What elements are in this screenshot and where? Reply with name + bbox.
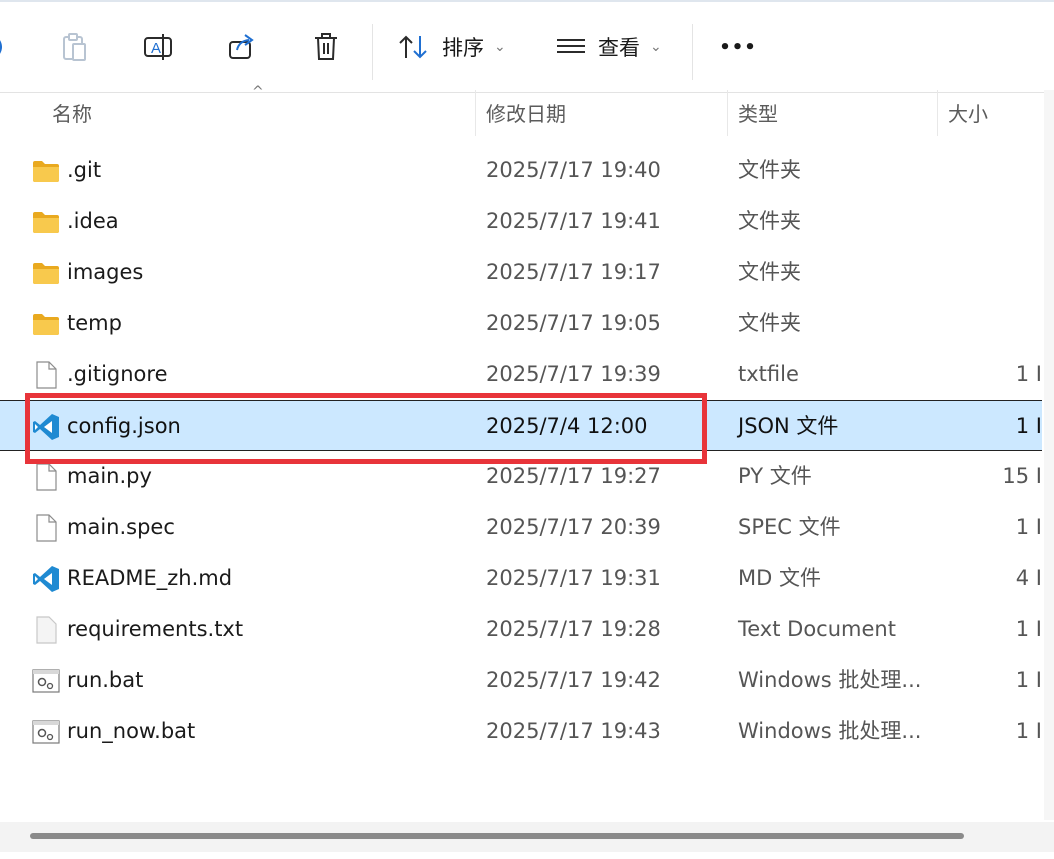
file-type: 文件夹 <box>738 311 801 335</box>
folder-icon <box>32 259 60 287</box>
rename-icon[interactable]: A <box>140 22 176 72</box>
horizontal-scrollbar[interactable] <box>0 822 1054 852</box>
file-name: main.spec <box>67 515 175 539</box>
file-name: run.bat <box>67 668 144 692</box>
file-name: .git <box>67 158 102 182</box>
paste-icon[interactable] <box>56 22 92 72</box>
text-file-icon <box>32 616 60 644</box>
file-date: 2025/7/17 19:43 <box>486 719 661 743</box>
file-row[interactable]: run.bat 2025/7/17 19:42 Windows 批处理... 1 I <box>0 655 1042 706</box>
file-type: 文件夹 <box>738 158 801 182</box>
column-header-type[interactable]: 类型 <box>728 90 936 138</box>
file-row[interactable]: config.json 2025/7/4 12:00 JSON 文件 1 I <box>0 400 1042 451</box>
toolbar-separator <box>372 24 373 80</box>
column-header-size[interactable]: 大小 <box>938 90 1042 138</box>
view-list-icon <box>557 39 585 53</box>
file-row[interactable]: README_zh.md 2025/7/17 19:31 MD 文件 4 I <box>0 553 1042 604</box>
file-row[interactable]: .idea 2025/7/17 19:41 文件夹 <box>0 196 1042 247</box>
share-icon[interactable] <box>224 22 260 72</box>
file-row[interactable]: main.py 2025/7/17 19:27 PY 文件 15 I <box>0 451 1042 502</box>
file-icon <box>32 514 60 542</box>
file-date: 2025/7/17 19:40 <box>486 158 661 182</box>
view-button[interactable]: 查看 ⌄ <box>556 22 676 72</box>
folder-icon <box>32 157 60 185</box>
file-type: MD 文件 <box>738 566 821 590</box>
more-options-icon[interactable]: ••• <box>718 22 758 72</box>
file-date: 2025/7/17 19:27 <box>486 464 661 488</box>
file-type: PY 文件 <box>738 464 812 488</box>
column-header-date[interactable]: 修改日期 <box>476 90 726 138</box>
file-type: 文件夹 <box>738 209 801 233</box>
file-date: 2025/7/17 19:31 <box>486 566 661 590</box>
svg-text:A: A <box>151 40 161 57</box>
file-date: 2025/7/17 19:41 <box>486 209 661 233</box>
file-size <box>1002 298 1042 349</box>
file-date: 2025/7/17 20:39 <box>486 515 661 539</box>
command-bar: A 排序 ⌄ 查看 ⌄ ••• <box>0 0 1054 93</box>
file-size: 1 I <box>1015 414 1042 438</box>
sort-icon <box>399 35 427 59</box>
file-name: main.py <box>67 464 152 488</box>
file-size: 4 I <box>1015 566 1042 590</box>
folder-icon <box>32 208 60 236</box>
file-icon <box>32 361 60 389</box>
file-size <box>1002 196 1042 247</box>
vertical-scrollbar[interactable] <box>1044 90 1054 820</box>
file-type: Windows 批处理... <box>738 719 922 743</box>
file-type: Text Document <box>738 617 896 641</box>
file-row[interactable]: requirements.txt 2025/7/17 19:28 Text Docu… <box>0 604 1042 655</box>
file-name: README_zh.md <box>67 566 233 590</box>
batch-file-icon <box>32 718 60 746</box>
file-size <box>1002 247 1042 298</box>
file-row[interactable]: .gitignore 2025/7/17 19:39 txtfile 1 I <box>0 349 1042 400</box>
file-row[interactable]: main.spec 2025/7/17 20:39 SPEC 文件 1 I <box>0 502 1042 553</box>
toolbar-separator <box>692 24 693 80</box>
file-date: 2025/7/4 12:00 <box>486 414 648 438</box>
sort-button[interactable]: 排序 ⌄ <box>398 22 518 72</box>
file-size: 1 I <box>1015 668 1042 692</box>
file-name: .idea <box>67 209 119 233</box>
file-row[interactable]: .git 2025/7/17 19:40 文件夹 <box>0 145 1042 196</box>
batch-file-icon <box>32 667 60 695</box>
file-date: 2025/7/17 19:42 <box>486 668 661 692</box>
delete-icon[interactable] <box>308 22 344 72</box>
file-row[interactable]: run_now.bat 2025/7/17 19:43 Windows 批处理...… <box>0 706 1042 757</box>
file-size: 1 I <box>1015 515 1042 539</box>
file-size: 1 I <box>1015 617 1042 641</box>
file-name: .gitignore <box>67 362 168 386</box>
horizontal-scrollbar-thumb[interactable] <box>30 833 964 839</box>
file-size: 1 I <box>1015 719 1042 743</box>
folder-icon <box>32 310 60 338</box>
vscode-icon <box>32 565 60 593</box>
file-type: 文件夹 <box>738 260 801 284</box>
file-size: 1 I <box>1015 362 1042 386</box>
file-date: 2025/7/17 19:05 <box>486 311 661 335</box>
column-header-name[interactable]: 名称 <box>42 90 474 138</box>
file-date: 2025/7/17 19:17 <box>486 260 661 284</box>
file-size <box>1002 145 1042 196</box>
file-name: images <box>67 260 144 284</box>
cut-icon[interactable] <box>0 22 10 72</box>
file-date: 2025/7/17 19:28 <box>486 617 661 641</box>
file-type: Windows 批处理... <box>738 668 922 692</box>
view-label: 查看 <box>598 36 640 60</box>
file-type: SPEC 文件 <box>738 515 841 539</box>
sort-label: 排序 <box>442 36 484 60</box>
file-row[interactable]: temp 2025/7/17 19:05 文件夹 <box>0 298 1042 349</box>
chevron-down-icon: ⌄ <box>494 39 506 55</box>
file-row[interactable]: images 2025/7/17 19:17 文件夹 <box>0 247 1042 298</box>
file-name: config.json <box>67 414 181 438</box>
file-date: 2025/7/17 19:39 <box>486 362 661 386</box>
file-size: 15 I <box>1002 464 1042 488</box>
chevron-down-icon: ⌄ <box>650 39 662 55</box>
file-type: txtfile <box>738 362 799 386</box>
file-name: requirements.txt <box>67 617 244 641</box>
file-type: JSON 文件 <box>738 414 839 438</box>
file-name: run_now.bat <box>67 719 196 743</box>
vscode-icon <box>32 413 60 441</box>
column-header-bar: ^ 名称 修改日期 类型 大小 <box>0 84 1054 138</box>
file-name: temp <box>67 311 122 335</box>
file-icon <box>32 463 60 491</box>
